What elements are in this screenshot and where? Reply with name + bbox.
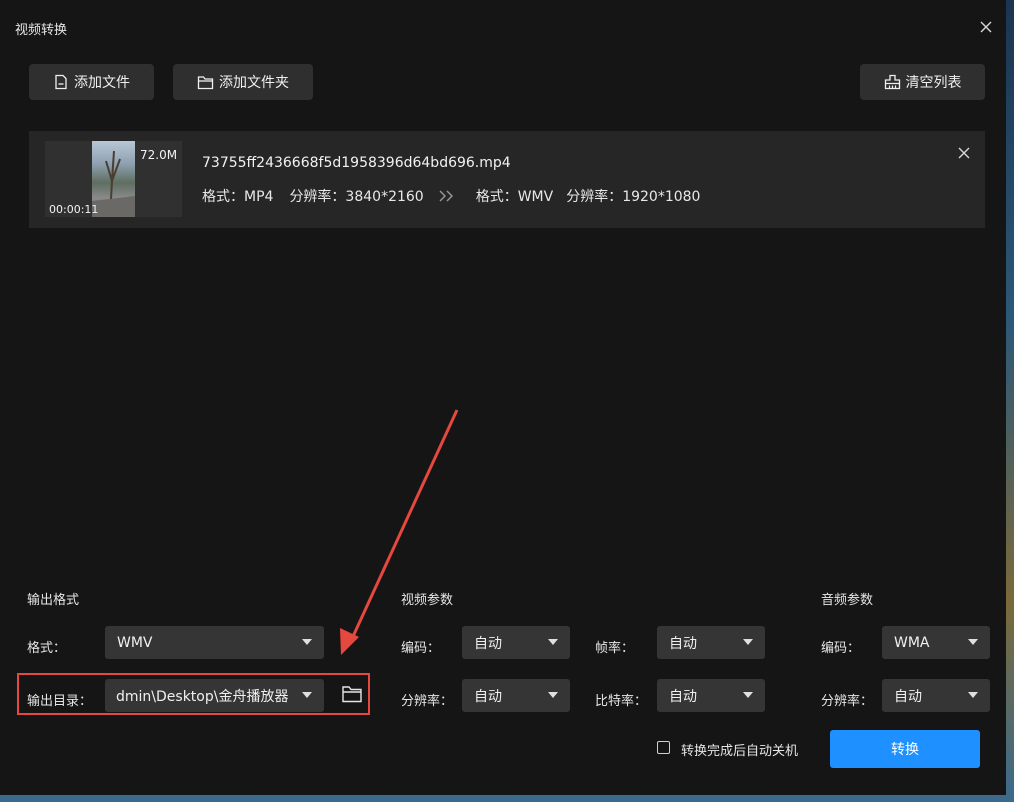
fps-label: 帧率： [595,641,635,656]
video-thumbnail: 72.0M 00:00:11 [45,141,182,218]
caret-down-icon [302,639,312,645]
video-resolution-label: 分辨率： [401,694,454,709]
bitrate-select[interactable]: 自动 [657,679,765,712]
folder-icon [197,75,214,89]
add-file-icon [55,74,67,90]
fps-value: 自动 [669,635,697,652]
file-name: 73755ff2436668f5d1958396d64bd696.mp4 [202,155,511,171]
broom-icon [884,74,900,90]
audio-resolution-label: 分辨率： [821,694,874,709]
video-resolution-value: 自动 [474,688,502,705]
remove-file-button[interactable] [956,145,972,161]
close-icon [958,147,970,159]
browse-folder-button[interactable] [341,684,363,704]
caret-down-icon [968,692,978,698]
thumbnail-image [92,141,135,218]
audio-codec-label: 编码： [821,641,861,656]
audio-resolution-select[interactable]: 自动 [882,679,990,712]
add-folder-label: 添加文件夹 [219,75,289,91]
file-size: 72.0M [140,148,178,162]
target-format: 格式：WMV [475,189,554,205]
auto-shutdown-label[interactable]: 转换完成后自动关机 [681,740,798,759]
video-resolution-select[interactable]: 自动 [462,679,570,712]
video-codec-select[interactable]: 自动 [462,626,570,659]
audio-params-title: 音频参数 [821,593,874,608]
output-dir-value: dmin\Desktop\金舟播放器 [116,688,289,705]
audio-codec-value: WMA [894,634,930,651]
folder-icon [342,686,362,703]
file-list-item[interactable]: 72.0M 00:00:11 73755ff2436668f5d1958396d… [29,131,985,228]
caret-down-icon [302,692,312,698]
add-file-label: 添加文件 [74,75,130,91]
output-dir-label: 输出目录： [27,694,93,709]
video-codec-label: 编码： [401,641,441,656]
bitrate-value: 自动 [669,688,697,705]
clear-list-button[interactable]: 清空列表 [860,64,985,100]
source-format: 格式：MP4 [202,189,274,205]
bitrate-label: 比特率： [595,694,648,709]
format-value: WMV [117,634,153,651]
caret-down-icon [548,692,558,698]
format-select[interactable]: WMV [105,626,324,659]
close-window-button[interactable] [976,17,996,37]
double-chevron-right-icon [438,189,456,203]
target-resolution: 分辨率：1920*1080 [566,189,701,205]
caret-down-icon [743,692,753,698]
video-converter-window: 视频转换 添加文件 添加文件夹 清空列表 72.0M 00:00:11 7375… [0,0,1006,795]
annotation-arrow-icon [340,409,459,655]
source-resolution: 分辨率：3840*2160 [289,189,424,205]
video-codec-value: 自动 [474,635,502,652]
clear-list-label: 清空列表 [905,75,962,91]
caret-down-icon [968,639,978,645]
audio-resolution-value: 自动 [894,688,922,705]
caret-down-icon [743,639,753,645]
caret-down-icon [548,639,558,645]
add-folder-button[interactable]: 添加文件夹 [173,64,313,100]
window-title: 视频转换 [15,23,68,38]
video-params-title: 视频参数 [401,593,454,608]
output-format-title: 输出格式 [27,593,80,608]
format-label: 格式： [27,641,67,656]
fps-select[interactable]: 自动 [657,626,765,659]
video-duration: 00:00:11 [49,203,99,216]
close-icon [980,21,992,33]
auto-shutdown-checkbox[interactable] [657,741,670,754]
convert-button[interactable]: 转换 [830,730,980,768]
output-dir-select[interactable]: dmin\Desktop\金舟播放器 [105,679,324,712]
audio-codec-select[interactable]: WMA [882,626,990,659]
file-conversion-info: 格式：MP4 分辨率：3840*2160 格式：WMV 分辨率：1920*108… [202,186,700,206]
add-file-button[interactable]: 添加文件 [29,64,154,100]
